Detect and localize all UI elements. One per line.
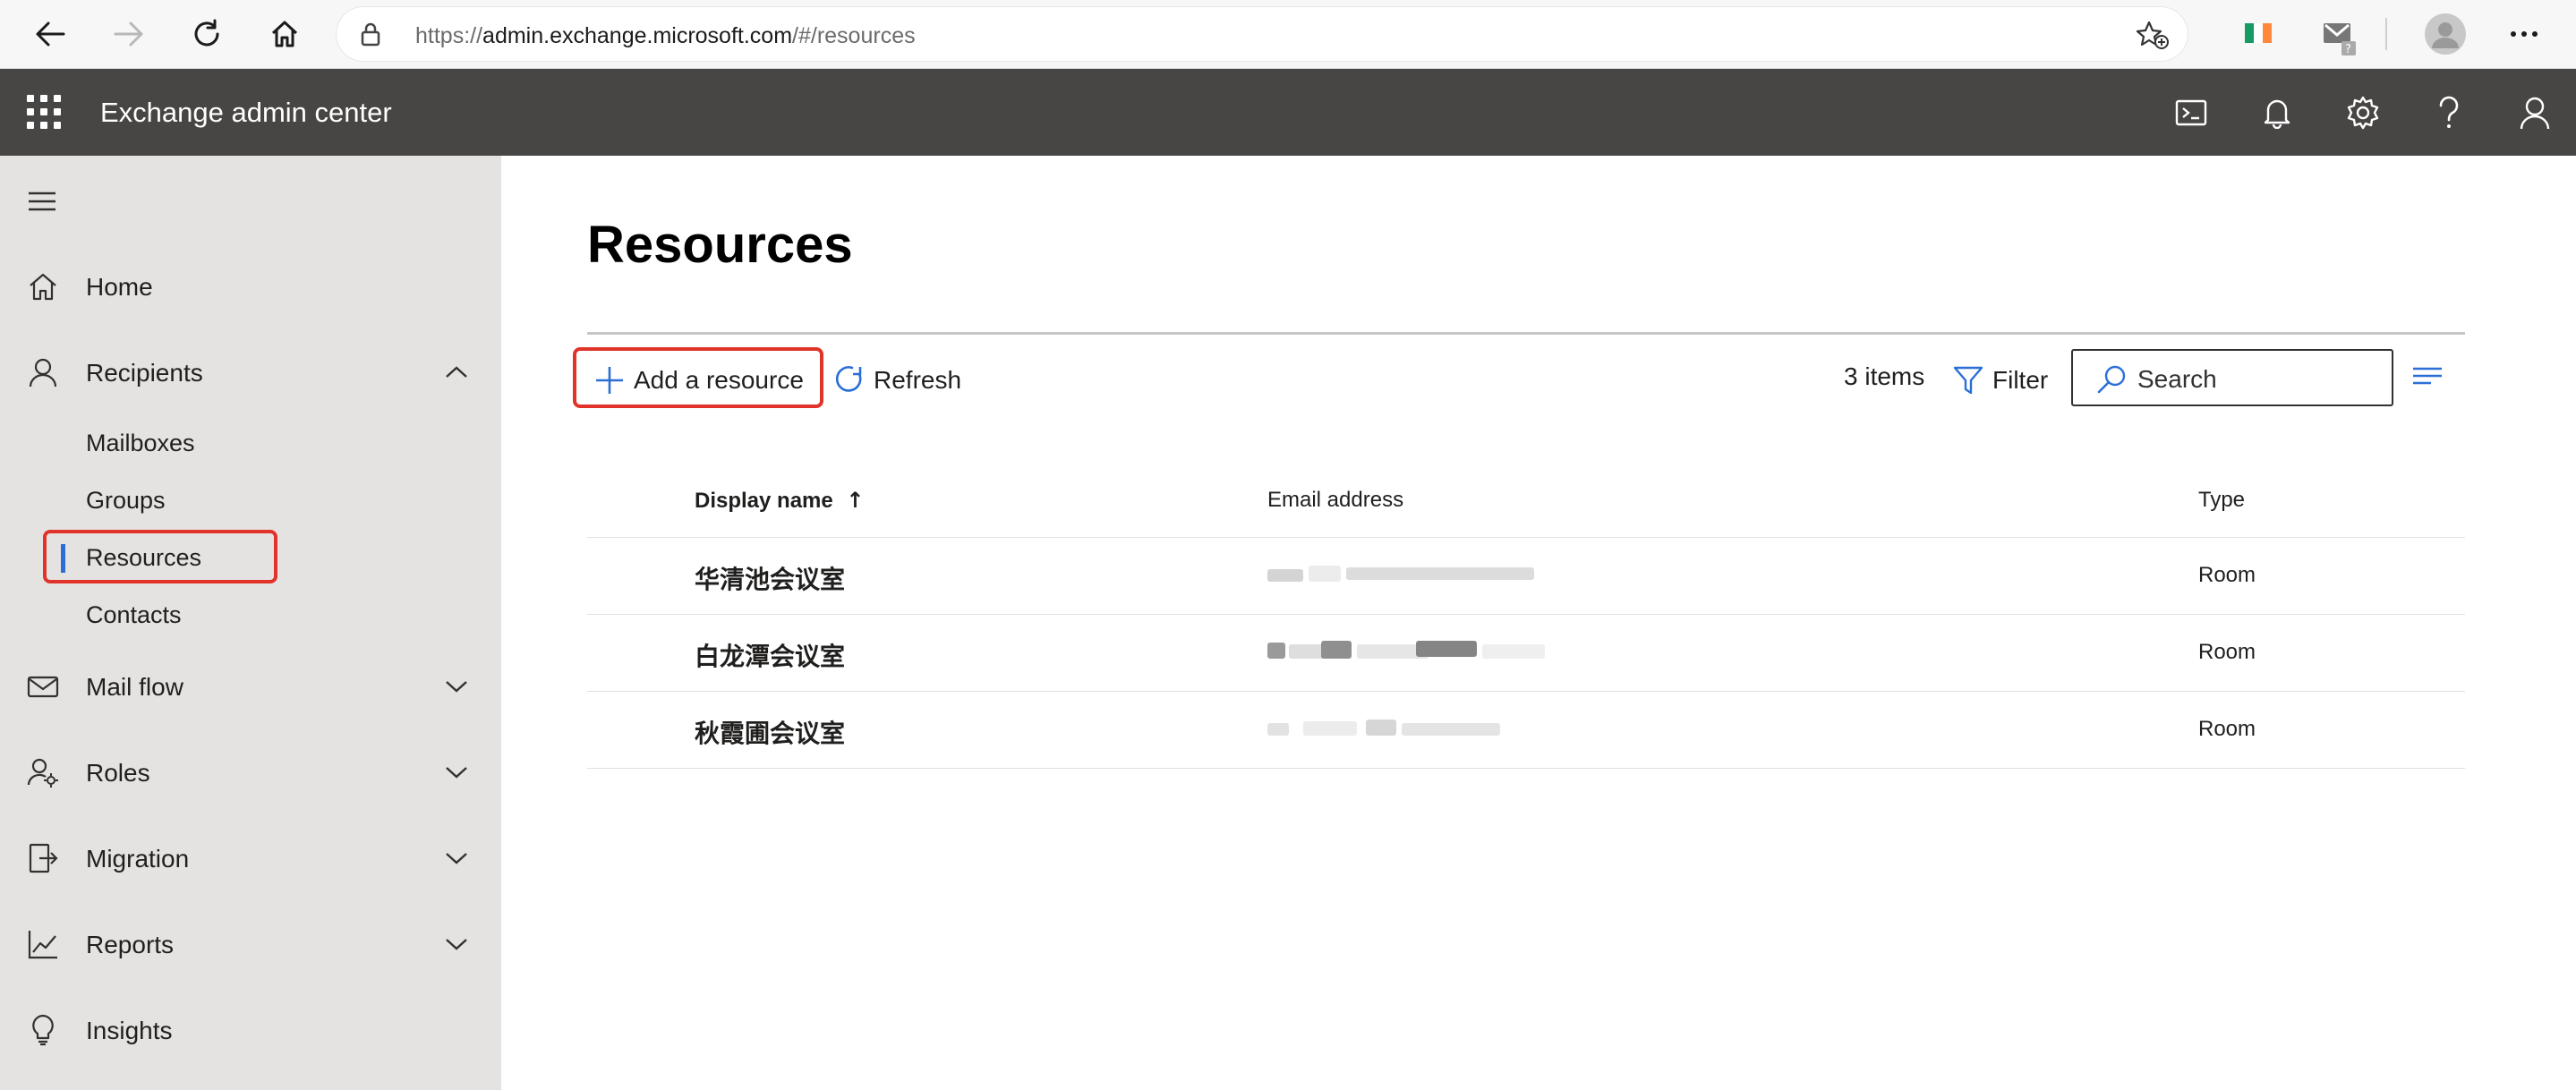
chevron-down-icon[interactable] [444, 674, 469, 703]
nav-label: Insights [86, 1017, 173, 1044]
favorite-icon[interactable] [2136, 20, 2170, 55]
chevron-up-icon[interactable] [444, 360, 469, 389]
row-email-redacted [1267, 564, 1536, 585]
column-header-email[interactable]: Email address [1267, 488, 1403, 513]
terminal-icon[interactable] [2168, 89, 2214, 136]
home-icon [27, 270, 59, 302]
nav-roles[interactable]: Roles [0, 744, 501, 801]
nav-mail-flow[interactable]: Mail flow [0, 658, 501, 715]
scrollbar[interactable] [2549, 156, 2576, 1090]
browser-toolbar: https://admin.exchange.microsoft.com/#/r… [0, 0, 2576, 69]
row-display-name[interactable]: 秋霞圃会议室 [695, 714, 845, 750]
svg-text:?: ? [2345, 43, 2351, 56]
app-launcher-icon[interactable] [27, 95, 61, 129]
search-icon [2096, 364, 2127, 399]
row-type: Room [2198, 563, 2256, 587]
nav-label: Roles [86, 759, 150, 787]
mail-icon [27, 670, 59, 703]
nav-label: Home [86, 273, 153, 301]
nav-label: Groups [86, 487, 166, 514]
row-email-redacted [1267, 718, 1500, 739]
page-title: Resources [587, 216, 853, 274]
roles-icon [27, 756, 59, 788]
nav-reports[interactable]: Reports [0, 915, 501, 973]
nav-label: Contacts [86, 601, 182, 628]
nav-label: Recipients [86, 359, 203, 387]
more-icon[interactable] [2510, 27, 2538, 43]
nav-mailboxes[interactable]: Mailboxes [0, 419, 501, 467]
chevron-down-icon[interactable] [444, 932, 469, 961]
back-icon[interactable] [29, 13, 72, 55]
row-divider [587, 614, 2465, 615]
header-divider [587, 537, 2465, 538]
divider [587, 332, 2465, 335]
column-header-display-name[interactable]: Display name ↑ [695, 488, 865, 514]
app-title[interactable]: Exchange admin center [100, 97, 392, 129]
nav-label: Migration [86, 845, 190, 873]
search-placeholder: Search [2137, 365, 2217, 393]
mail-extension-icon[interactable]: ? [2322, 20, 2358, 62]
view-options-icon[interactable] [2411, 363, 2444, 393]
help-icon[interactable] [2426, 89, 2472, 136]
reload-icon[interactable] [185, 13, 228, 55]
chevron-down-icon[interactable] [444, 846, 469, 875]
flag-extension-icon[interactable] [2245, 23, 2272, 47]
filter-label: Filter [1992, 366, 2049, 394]
nav-groups[interactable]: Groups [0, 476, 501, 524]
filter-icon [1953, 365, 1983, 396]
chevron-down-icon[interactable] [444, 760, 469, 789]
nav-insights[interactable]: Insights [0, 1001, 501, 1059]
bell-icon[interactable] [2254, 89, 2300, 136]
highlight-add-resource [573, 347, 823, 408]
lightbulb-icon [27, 1014, 59, 1046]
lock-icon[interactable] [360, 21, 381, 51]
person-icon[interactable] [2512, 89, 2558, 136]
refresh-button[interactable]: Refresh [834, 356, 961, 404]
nav-migration[interactable]: Migration [0, 830, 501, 887]
left-nav: Home Recipients Mailboxes Groups Resourc… [0, 156, 501, 1090]
row-display-name[interactable]: 白龙潭会议室 [695, 637, 845, 673]
app-header: Exchange admin center [0, 69, 2576, 156]
chart-icon [27, 928, 59, 960]
sort-ascending-icon: ↑ [846, 488, 865, 513]
search-input[interactable]: Search [2071, 349, 2393, 406]
row-email-redacted [1267, 639, 1545, 660]
refresh-icon [834, 365, 865, 396]
highlight-resources [43, 530, 277, 583]
nav-recipients[interactable]: Recipients [0, 344, 501, 401]
column-header-type[interactable]: Type [2198, 488, 2245, 513]
url-text: https://admin.exchange.microsoft.com/#/r… [415, 23, 916, 48]
migration-icon [27, 842, 59, 874]
items-count: 3 items [1844, 362, 1925, 390]
nav-label: Mail flow [86, 673, 183, 701]
collapse-nav-icon[interactable] [27, 190, 57, 217]
person-icon [27, 356, 59, 388]
nav-home[interactable]: Home [0, 258, 501, 315]
row-type: Room [2198, 717, 2256, 741]
gear-icon[interactable] [2340, 89, 2386, 136]
column-label: Display name [695, 489, 833, 513]
home-icon[interactable] [263, 13, 306, 55]
address-bar[interactable]: https://admin.exchange.microsoft.com/#/r… [337, 7, 2188, 61]
nav-label: Mailboxes [86, 430, 195, 456]
nav-contacts[interactable]: Contacts [0, 591, 501, 639]
nav-label: Reports [86, 931, 175, 958]
profile-avatar[interactable] [2424, 13, 2467, 60]
toolbar-divider [2385, 18, 2387, 50]
row-display-name[interactable]: 华清池会议室 [695, 560, 845, 596]
forward-icon[interactable] [107, 13, 150, 55]
row-divider [587, 768, 2465, 769]
refresh-label: Refresh [874, 366, 962, 394]
row-divider [587, 691, 2465, 692]
row-type: Room [2198, 640, 2256, 664]
filter-button[interactable]: Filter [1953, 356, 2048, 404]
